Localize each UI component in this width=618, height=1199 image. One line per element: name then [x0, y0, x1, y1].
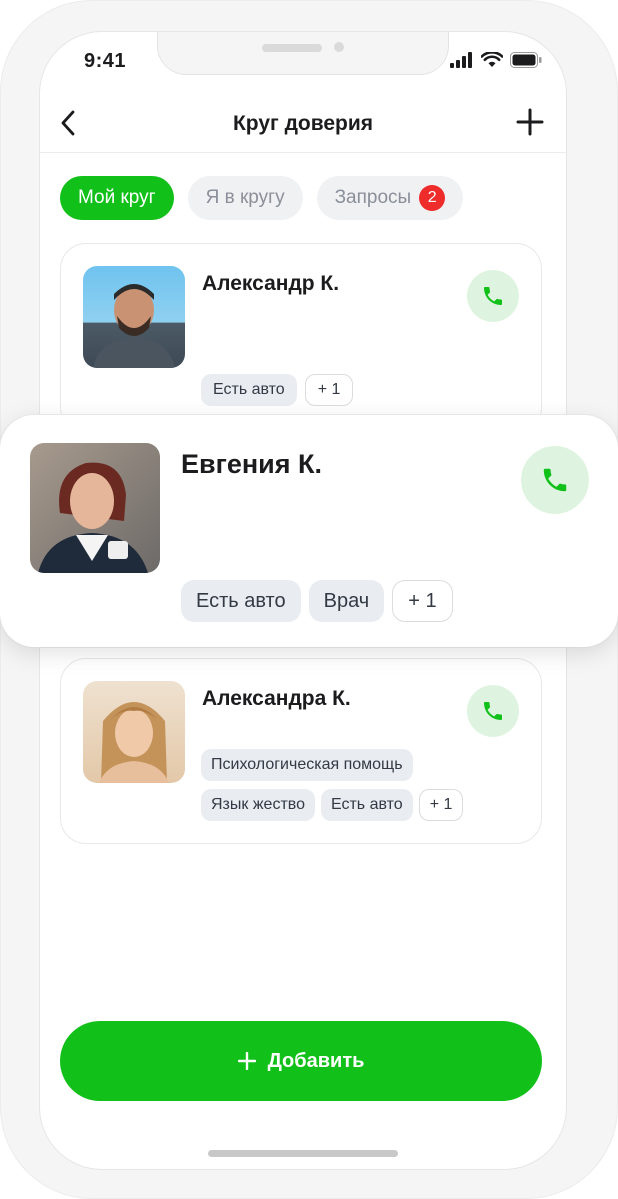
requests-badge: 2 [419, 185, 446, 211]
camera [334, 42, 344, 52]
tab-label: Мой круг [78, 187, 156, 208]
plus-icon [237, 1052, 256, 1070]
tab-my-circle[interactable]: Мой круг [60, 176, 174, 220]
tag-chip: Есть авто [181, 580, 301, 622]
tag-chip: Есть авто [201, 374, 297, 406]
phone-icon [484, 702, 502, 720]
page-title: Круг доверия [232, 112, 374, 135]
speaker [262, 44, 322, 52]
tab-in-circle[interactable]: Я в кругу [187, 176, 303, 220]
avatar [30, 443, 160, 573]
contact-name: Александр К. [202, 272, 340, 295]
phone-icon [543, 468, 567, 492]
tab-bar: Мой круг Я в кругу Запросы 2 [60, 176, 464, 220]
contact-card[interactable]: Александра К. Психологическая помощь Язы… [60, 658, 542, 844]
add-button-label: Добавить [267, 1049, 365, 1072]
nav-bar: Круг доверия [40, 96, 566, 153]
call-button[interactable] [467, 270, 519, 322]
person-photo [99, 702, 169, 783]
device-notch [158, 32, 448, 74]
contact-card-highlighted[interactable]: Евгения К. Есть авто Врач + 1 [0, 415, 618, 647]
more-tags-chip[interactable]: + 1 [392, 580, 453, 622]
person-photo [93, 284, 175, 368]
wifi-icon [481, 52, 503, 67]
phone-icon [484, 287, 502, 305]
contact-name: Евгения К. [181, 449, 323, 479]
call-button[interactable] [521, 446, 589, 514]
status-icons [450, 52, 542, 68]
tab-label: Я в кругу [205, 187, 285, 208]
tag-chip: Есть авто [320, 789, 413, 821]
tag-list: Есть авто Врач + 1 [181, 580, 453, 622]
tab-label: Запросы [334, 187, 412, 208]
tag-chip: Врач [308, 580, 385, 622]
call-button[interactable] [467, 685, 519, 737]
contact-name: Александра К. [202, 687, 351, 710]
avatar [83, 266, 185, 368]
contact-card[interactable]: Александр К. Есть авто + 1 [60, 243, 542, 433]
tag-list: Психологическая помощь Язык жество Есть … [201, 749, 521, 821]
plus-icon[interactable] [514, 106, 546, 138]
more-tags-chip[interactable]: + 1 [418, 789, 464, 821]
signal-icon [450, 52, 472, 68]
add-contact-button[interactable]: Добавить [60, 1021, 542, 1101]
more-tags-chip[interactable]: + 1 [304, 374, 354, 406]
tab-requests[interactable]: Запросы 2 [316, 176, 464, 220]
home-indicator [208, 1150, 398, 1157]
status-time: 9:41 [84, 50, 127, 72]
tag-chip: Язык жество [201, 789, 315, 821]
battery-icon [510, 52, 542, 68]
tag-chip: Психологическая помощь [201, 749, 413, 781]
person-photo [38, 462, 148, 573]
tag-list: Есть авто + 1 [201, 374, 354, 406]
avatar [83, 681, 185, 783]
